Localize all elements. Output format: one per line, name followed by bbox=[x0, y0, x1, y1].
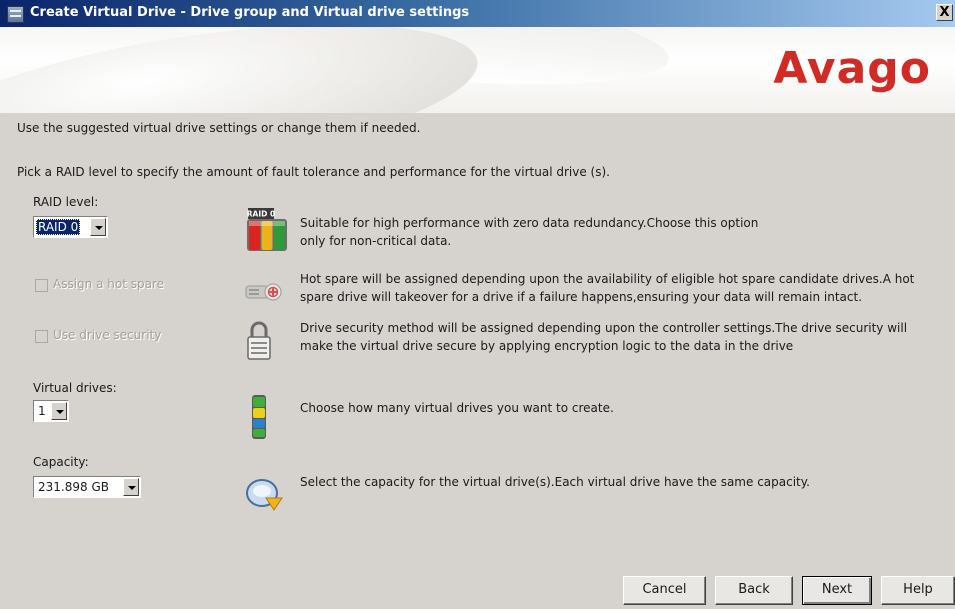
title-bar[interactable]: Create Virtual Drive - Drive group and V… bbox=[0, 0, 955, 27]
hot-spare-description: Hot spare will be assigned depending upo… bbox=[300, 272, 915, 304]
close-button[interactable]: X bbox=[936, 4, 953, 21]
virtual-drives-value: 1 bbox=[38, 404, 46, 418]
capacity-description: Select the capacity for the virtual driv… bbox=[300, 475, 810, 489]
virtual-drives-select[interactable]: 1 bbox=[33, 400, 69, 422]
intro-text: Use the suggested virtual drive settings… bbox=[17, 121, 421, 135]
raid-instruction-text: Pick a RAID level to specify the amount … bbox=[17, 165, 610, 179]
header-banner: Avago bbox=[0, 27, 955, 113]
lock-icon bbox=[247, 321, 271, 360]
window-title: Create Virtual Drive - Drive group and V… bbox=[30, 5, 470, 20]
hot-spare-label: Assign a hot spare bbox=[53, 277, 164, 291]
hot-spare-drive-icon bbox=[245, 283, 282, 301]
dropdown-arrow-icon[interactable] bbox=[123, 478, 139, 496]
virtual-drives-label: Virtual drives: bbox=[33, 381, 117, 395]
cancel-button[interactable]: Cancel bbox=[623, 576, 706, 605]
dropdown-arrow-icon[interactable] bbox=[51, 402, 67, 420]
raid-level-select[interactable]: RAID 0 bbox=[33, 216, 108, 238]
drive-security-label: Use drive security bbox=[53, 328, 162, 342]
avago-logo: Avago bbox=[773, 43, 931, 94]
capacity-value: 231.898 GB bbox=[38, 480, 109, 494]
next-button[interactable]: Next bbox=[802, 576, 872, 605]
raid-0-icon: RAID 0 bbox=[247, 208, 287, 251]
capacity-label: Capacity: bbox=[33, 455, 89, 469]
capacity-icon bbox=[246, 479, 283, 511]
raid-level-value: RAID 0 bbox=[36, 219, 81, 235]
app-window-icon bbox=[7, 6, 24, 23]
hot-spare-checkbox[interactable] bbox=[35, 279, 48, 292]
raid-description: Suitable for high performance with zero … bbox=[300, 216, 759, 248]
dropdown-arrow-icon[interactable] bbox=[90, 218, 106, 236]
help-button[interactable]: Help bbox=[881, 576, 955, 605]
drive-stack-icon bbox=[252, 395, 266, 439]
raid-icon-badge: RAID 0 bbox=[247, 210, 275, 219]
capacity-select[interactable]: 231.898 GB bbox=[33, 476, 141, 498]
back-button[interactable]: Back bbox=[715, 576, 793, 605]
drive-security-description: Drive security method will be assigned d… bbox=[300, 321, 908, 353]
virtual-drives-description: Choose how many virtual drives you want … bbox=[300, 401, 614, 415]
raid-level-label: RAID level: bbox=[33, 195, 99, 209]
drive-security-checkbox[interactable] bbox=[35, 330, 48, 343]
